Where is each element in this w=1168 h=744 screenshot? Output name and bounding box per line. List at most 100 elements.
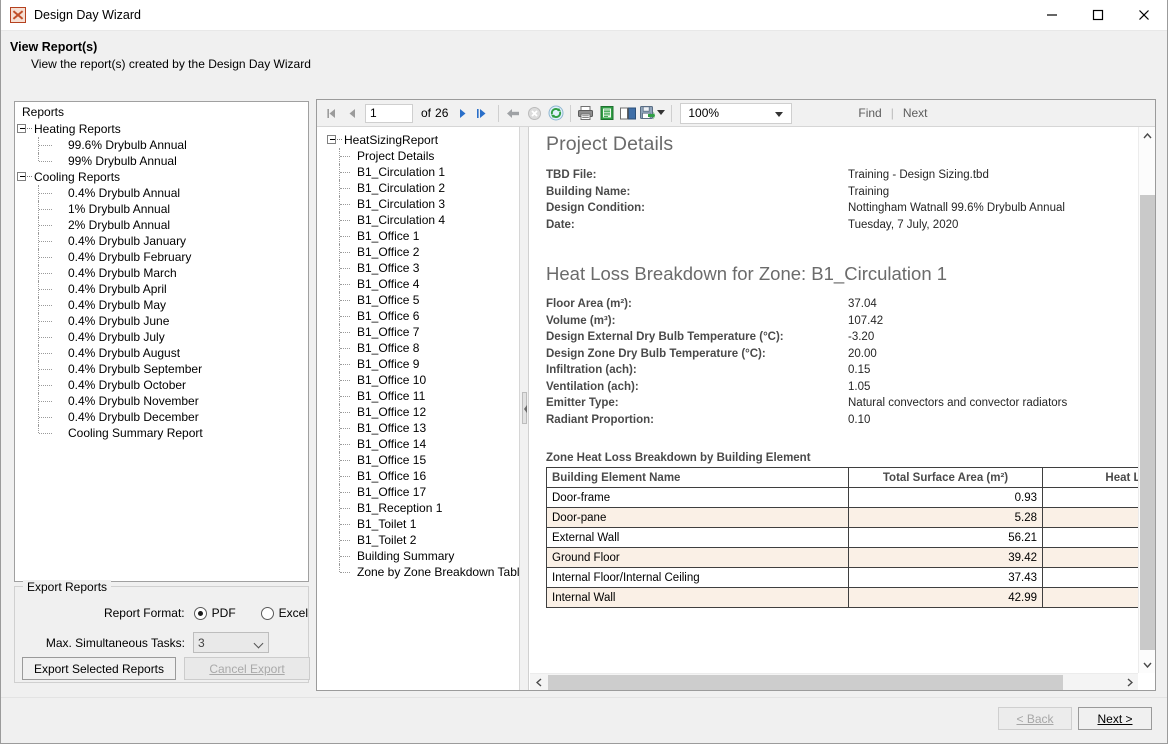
scroll-right-icon[interactable] [1121,674,1138,690]
radio-pdf[interactable]: PDF [193,606,236,620]
horizontal-scroll-thumb[interactable] [548,675,1063,690]
next-page-icon[interactable] [452,103,473,124]
report-tree-item[interactable]: B1_Office 16 [317,468,519,484]
minimize-icon[interactable] [1029,0,1075,31]
page-number-input[interactable]: 1 [365,103,413,123]
print-icon[interactable] [575,103,596,124]
radio-pdf-indicator[interactable] [193,606,207,620]
expander-icon[interactable] [15,121,32,137]
scroll-up-icon[interactable] [1139,127,1155,144]
table-cell-heat-loss: 67.12 [1042,547,1138,568]
vertical-scroll-thumb[interactable] [1140,195,1155,650]
report-tree-item[interactable]: Building Summary [317,548,519,564]
first-page-icon[interactable] [321,103,342,124]
reports-group-1[interactable]: Heating Reports [15,121,308,137]
report-item[interactable]: 0.4% Drybulb July [15,329,308,345]
report-item[interactable]: 0.4% Drybulb September [15,361,308,377]
report-item[interactable]: 1% Drybulb Annual [15,201,308,217]
report-tree-item[interactable]: B1_Toilet 2 [317,532,519,548]
export-selected-reports-button[interactable]: Export Selected Reports [22,657,176,680]
tree-connector [32,313,66,329]
viewer-toolbar: 1 of 26 100% Find | Next [317,100,1155,127]
splitter-grip[interactable] [522,392,527,424]
reports-tree-panel: Reports Heating Reports 99.6% Drybulb Ann… [14,101,309,582]
report-vertical-scrollbar[interactable] [1138,127,1155,673]
refresh-icon[interactable] [545,103,566,124]
viewer-splitter[interactable] [520,127,529,690]
report-tree-item[interactable]: B1_Office 11 [317,388,519,404]
title-bar: Design Day Wizard [1,0,1167,31]
reports-group-2[interactable]: Cooling Reports [15,169,308,185]
report-tree-item[interactable]: B1_Office 14 [317,436,519,452]
reports-tree[interactable]: Heating Reports 99.6% Drybulb Annual 99% D… [15,121,308,441]
report-item[interactable]: 0.4% Drybulb December [15,409,308,425]
report-tree-item[interactable]: B1_Office 9 [317,356,519,372]
last-page-icon[interactable] [473,103,494,124]
report-tree-item[interactable]: B1_Circulation 1 [317,164,519,180]
expander-icon[interactable] [15,169,32,185]
report-tree-item[interactable]: B1_Office 12 [317,404,519,420]
back-arrow-icon[interactable] [503,103,524,124]
report-horizontal-scrollbar[interactable] [530,673,1138,690]
find-next-button[interactable]: Next [903,106,928,120]
report-item[interactable]: 0.4% Drybulb November [15,393,308,409]
report-tree-item[interactable]: B1_Circulation 4 [317,212,519,228]
report-tree-item-label: B1_Office 5 [357,293,420,307]
report-item[interactable]: 0.4% Drybulb February [15,249,308,265]
report-tree-item[interactable]: B1_Office 1 [317,228,519,244]
report-item[interactable]: 0.4% Drybulb April [15,281,308,297]
scroll-left-icon[interactable] [530,674,547,690]
report-tree-item[interactable]: B1_Office 6 [317,308,519,324]
report-item[interactable]: 2% Drybulb Annual [15,217,308,233]
report-item[interactable]: 0.4% Drybulb January [15,233,308,249]
report-tree-item[interactable]: B1_Office 2 [317,244,519,260]
page-setup-icon[interactable] [617,103,638,124]
report-tree-item[interactable]: B1_Office 8 [317,340,519,356]
max-tasks-select[interactable]: 3 [193,632,269,653]
report-item[interactable]: 0.4% Drybulb October [15,377,308,393]
report-item[interactable]: Cooling Summary Report [15,425,308,441]
report-tree-item[interactable]: B1_Office 3 [317,260,519,276]
report-item[interactable]: 0.4% Drybulb Annual [15,185,308,201]
radio-excel-indicator[interactable] [260,606,274,620]
dropdown-caret-icon[interactable] [655,103,667,124]
tree-connector [333,388,355,404]
previous-page-icon[interactable] [342,103,363,124]
report-item[interactable]: 99% Drybulb Annual [15,153,308,169]
table-cell-area: 0.93 [848,487,1043,508]
report-tree-item[interactable]: B1_Toilet 1 [317,516,519,532]
report-tree-item[interactable]: B1_Office 15 [317,452,519,468]
report-document-tree[interactable]: HeatSizingReport Project Details B1_Circul… [317,127,520,690]
report-tree-item[interactable]: B1_Office 13 [317,420,519,436]
report-tree-item[interactable]: B1_Office 5 [317,292,519,308]
report-item[interactable]: 99.6% Drybulb Annual [15,137,308,153]
report-tree-item[interactable]: B1_Office 7 [317,324,519,340]
report-tree-item[interactable]: B1_Reception 1 [317,500,519,516]
scroll-down-icon[interactable] [1139,656,1155,673]
report-tree-item[interactable]: B1_Office 17 [317,484,519,500]
zoom-select[interactable]: 100% [680,102,793,124]
report-item-label: 0.4% Drybulb September [68,362,203,376]
report-tree-root[interactable]: HeatSizingReport [317,132,519,148]
report-item[interactable]: 0.4% Drybulb March [15,265,308,281]
report-item[interactable]: 0.4% Drybulb May [15,297,308,313]
report-tree-item[interactable]: B1_Office 4 [317,276,519,292]
report-tree-item[interactable]: Zone by Zone Breakdown Table [317,564,519,580]
expander-icon[interactable] [325,132,342,148]
report-tree-item-label: B1_Office 14 [357,437,427,451]
next-button[interactable]: Next > [1078,707,1152,730]
report-tree-item[interactable]: B1_Circulation 3 [317,196,519,212]
report-tree-item[interactable]: B1_Office 10 [317,372,519,388]
zone-details-list: Floor Area (m²): 37.04 Volume (m³): 107.42 D… [546,298,1128,430]
report-tree-item[interactable]: B1_Circulation 2 [317,180,519,196]
report-item[interactable]: 0.4% Drybulb August [15,345,308,361]
find-button[interactable]: Find [858,106,881,120]
print-layout-icon[interactable] [596,103,617,124]
radio-excel[interactable]: Excel [260,606,308,620]
maximize-icon[interactable] [1075,0,1121,31]
export-save-icon[interactable] [638,103,655,124]
report-tree-item[interactable]: Project Details [317,148,519,164]
report-item[interactable]: 0.4% Drybulb June [15,313,308,329]
close-icon[interactable] [1121,0,1167,31]
project-detail-row: Design Condition: Nottingham Watnall 99.6… [546,202,1128,219]
